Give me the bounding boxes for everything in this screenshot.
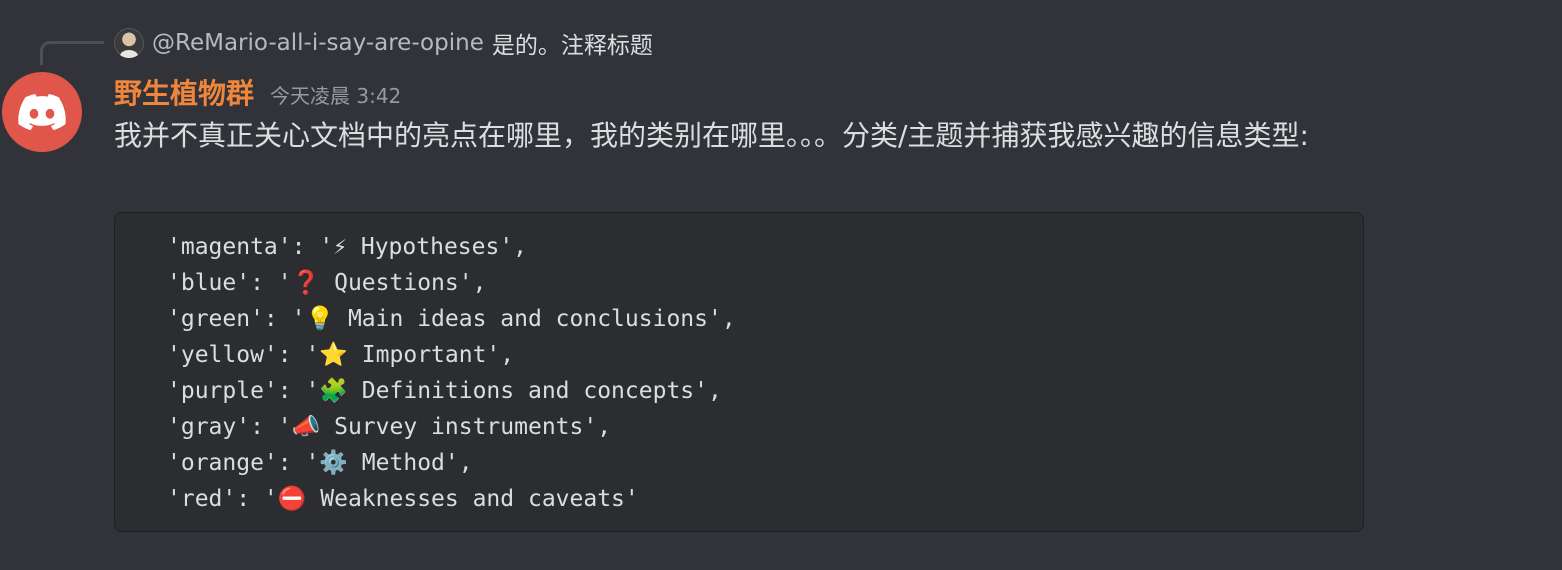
reply-connector [40, 41, 104, 65]
reply-author-avatar[interactable] [114, 28, 144, 58]
code-line: 'orange': '⚙️ Method', [167, 450, 473, 476]
message-text: 我并不真正关心文档中的亮点在哪里，我的类别在哪里。。。分类/主题并捕获我感兴趣的… [114, 119, 1309, 152]
code-line: 'gray': '📣 Survey instruments', [167, 414, 612, 440]
message-header: 野生植物群 今天凌晨 3:42 [114, 74, 401, 114]
code-line: 'magenta': '⚡ Hypotheses', [167, 234, 528, 260]
code-block: 'magenta': '⚡ Hypotheses', 'blue': '❓ Qu… [114, 212, 1364, 532]
reply-text[interactable]: 是的。注释标题 [492, 26, 653, 60]
author-avatar[interactable] [2, 72, 82, 152]
chat-message: @ReMario-all-i-say-are-opine 是的。注释标题 野生植… [0, 0, 1562, 570]
code-line: 'yellow': '⭐ Important', [167, 342, 515, 368]
code-line: 'green': '💡 Main ideas and conclusions', [167, 306, 736, 332]
message-timestamp[interactable]: 今天凌晨 3:42 [270, 76, 401, 116]
code-line: 'purple': '🧩 Definitions and concepts', [167, 378, 722, 404]
author-username[interactable]: 野生植物群 [114, 74, 254, 114]
reply-preview[interactable]: @ReMario-all-i-say-are-opine 是的。注释标题 [114, 26, 653, 60]
code-line: 'red': '⛔ Weaknesses and caveats' [167, 486, 639, 512]
reply-author-name[interactable]: @ReMario-all-i-say-are-opine [152, 30, 484, 56]
discord-logo-icon [18, 94, 66, 130]
code-line: 'blue': '❓ Questions', [167, 270, 487, 296]
